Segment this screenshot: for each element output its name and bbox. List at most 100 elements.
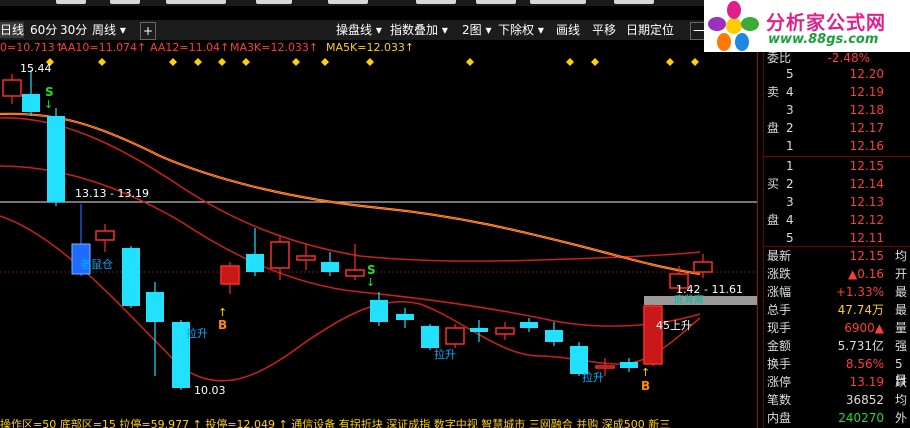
- tab-stub[interactable]: [530, 0, 586, 4]
- tab-stub[interactable]: [56, 0, 86, 4]
- tab-stub[interactable]: [476, 0, 516, 4]
- laoshucang-label: 老鼠仓: [80, 257, 113, 271]
- candle-body-21[interactable]: [545, 330, 563, 342]
- stat-4: 现手 6900▲ 量: [764, 320, 910, 336]
- sell-level-4-num: 4: [786, 85, 794, 99]
- signal-diamond-11: [591, 58, 599, 66]
- candle-body-25[interactable]: [643, 305, 663, 365]
- candle-body-5[interactable]: [122, 248, 140, 306]
- toolbar-item-3[interactable]: 周线 ▾: [92, 22, 126, 38]
- site-logo: 分析家公式网 www.88gs.com: [704, 0, 910, 52]
- stat-3-lbl: 总手: [767, 303, 792, 317]
- signal-diamond-13: [691, 58, 699, 66]
- tab-stub[interactable]: [328, 0, 368, 4]
- buy-level-2: 买 2 12.14: [764, 176, 910, 192]
- weibi-label: 委比: [767, 51, 792, 65]
- candle-body-27[interactable]: [693, 261, 713, 273]
- tab-stub[interactable]: [614, 0, 654, 4]
- chart-toolbar: 日线 60分 30分 周线 ▾ + 操盘线 ▾ 指数叠加 ▾ 2图 ▾ 下除权 ▾ 画线 平移 日期定…: [0, 20, 760, 40]
- flower-logo-icon: [708, 1, 759, 51]
- candle-body-6[interactable]: [146, 292, 164, 322]
- sell-signal-s1: S: [45, 85, 54, 99]
- toolbar-item-1[interactable]: 60分: [30, 22, 57, 38]
- candle-body-4[interactable]: [95, 230, 115, 241]
- sell-signal-s2: S: [367, 263, 376, 277]
- stat-1-extra: 开: [895, 267, 908, 281]
- buy-level-5: 5 12.11: [764, 230, 910, 246]
- lasheng-label-3: 拉升: [582, 370, 604, 384]
- candle-body-22[interactable]: [570, 346, 588, 374]
- logo-url[interactable]: www.88gs.com: [768, 32, 878, 47]
- sell-level-2: 盘 2 12.17: [764, 120, 910, 136]
- toolbar-item-10[interactable]: 平移: [592, 22, 616, 38]
- candle-body-12[interactable]: [321, 262, 339, 272]
- candle-body-0[interactable]: [2, 79, 22, 97]
- toolbar-item-11[interactable]: 日期定位: [626, 22, 674, 38]
- candle-body-1[interactable]: [22, 94, 40, 112]
- candle-body-2[interactable]: [47, 116, 65, 202]
- buy-level-2-val: 12.14: [849, 177, 884, 191]
- toolbar-item-6[interactable]: 指数叠加 ▾: [390, 22, 448, 38]
- buy-level-4-num: 4: [786, 213, 794, 227]
- toolbar-item-8[interactable]: 下除权 ▾: [498, 22, 544, 38]
- lasheng-label-2: 拉升: [434, 347, 456, 361]
- tab-stub[interactable]: [256, 0, 292, 4]
- candle-body-9[interactable]: [246, 254, 264, 272]
- toolbar-item-7[interactable]: 2图 ▾: [462, 22, 491, 38]
- buy-level-5-val: 12.11: [849, 231, 884, 245]
- stat-8-val: 36852: [845, 393, 884, 407]
- candle-body-23[interactable]: [595, 365, 615, 369]
- stat-3-val: 47.74万: [837, 303, 884, 317]
- candle-body-10[interactable]: [270, 241, 290, 269]
- stat-9-val: 240270: [838, 411, 884, 425]
- buy-level-3: 3 12.13: [764, 194, 910, 210]
- buy-level-1-num: 1: [786, 159, 794, 173]
- candle-body-15[interactable]: [396, 314, 414, 320]
- bottom-status-bar: 操作区=50 底部区=15 拉停=59.977 ↑ 投停=12.049 ↑ 通信…: [0, 416, 757, 428]
- stat-6-val: 8.56%: [845, 357, 884, 371]
- candle-body-14[interactable]: [370, 300, 388, 322]
- candle-body-17[interactable]: [445, 327, 465, 345]
- sell-level-4: 卖 4 12.19: [764, 84, 910, 100]
- candle-body-19[interactable]: [495, 327, 515, 335]
- signal-diamond-1: [98, 58, 106, 66]
- kline-chart[interactable]: 15.44 13.13 - 13.19 10.03 1.42 - 11.61 老…: [0, 56, 757, 428]
- candle-body-18[interactable]: [470, 328, 488, 332]
- indicator-value-4: MA5K=12.033↑: [326, 41, 415, 54]
- tab-stub[interactable]: [166, 0, 226, 4]
- candle-body-16[interactable]: [421, 326, 439, 348]
- sell-level-4-lbl: 卖: [767, 85, 780, 99]
- sell-level-3-val: 12.18: [849, 103, 884, 117]
- buy-level-4-val: 12.12: [849, 213, 884, 227]
- tab-stub[interactable]: [416, 0, 456, 4]
- stat-7-val: 13.19: [849, 375, 884, 389]
- signal-diamond-6: [292, 58, 300, 66]
- candle-body-20[interactable]: [520, 322, 538, 328]
- toolbar-item-0[interactable]: 日线: [0, 22, 25, 38]
- stat-8: 笔数 36852 均: [764, 392, 910, 408]
- toolbar-item-2[interactable]: 30分: [60, 22, 87, 38]
- tab-stub[interactable]: [110, 0, 140, 4]
- sell-level-5: 5 12.20: [764, 66, 910, 82]
- candle-body-24[interactable]: [620, 362, 638, 368]
- toolbar-item-5[interactable]: 操盘线 ▾: [336, 22, 382, 38]
- stat-9-extra: 外: [895, 411, 908, 425]
- stat-0-val: 12.15: [849, 249, 884, 263]
- chart-divider: [757, 20, 758, 428]
- stat-3-extra: 最: [895, 303, 908, 317]
- toolbar-item-4[interactable]: +: [140, 22, 157, 40]
- sell-level-3: 3 12.18: [764, 102, 910, 118]
- toolbar-item-9[interactable]: 画线: [556, 22, 580, 38]
- buy-level-3-val: 12.13: [849, 195, 884, 209]
- stat-6: 换手 8.56% 5日: [764, 356, 910, 387]
- signal-diamond-9: [466, 58, 474, 66]
- buy-level-1-val: 12.15: [849, 159, 884, 173]
- candle-body-8[interactable]: [220, 265, 240, 285]
- candle-body-13[interactable]: [345, 269, 365, 277]
- low-label: 10.03: [194, 384, 226, 397]
- candle-body-11[interactable]: [296, 255, 316, 261]
- stat-7-lbl: 涨停: [767, 375, 792, 389]
- stat-9: 内盘 240270 外: [764, 410, 910, 426]
- stat-5: 金额 5.731亿强: [764, 338, 910, 354]
- lasheng-label-1: 拉升: [186, 326, 208, 340]
